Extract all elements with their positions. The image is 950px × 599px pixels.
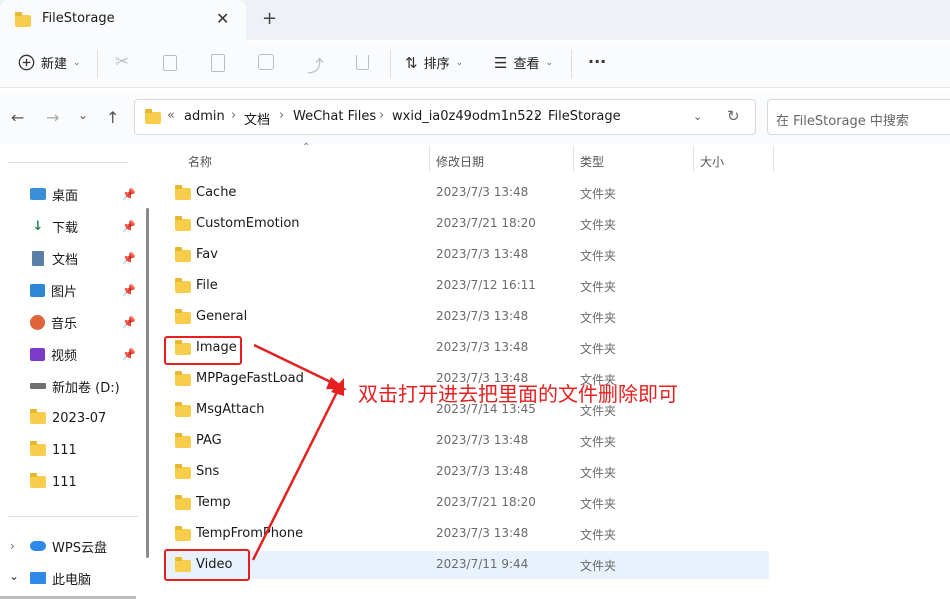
annotation-text: 双击打开进去把里面的文件删除即可 [358,382,678,406]
arrow-line-video [251,387,341,561]
annotation-arrows [251,343,347,561]
arrow-line-image [253,343,338,387]
